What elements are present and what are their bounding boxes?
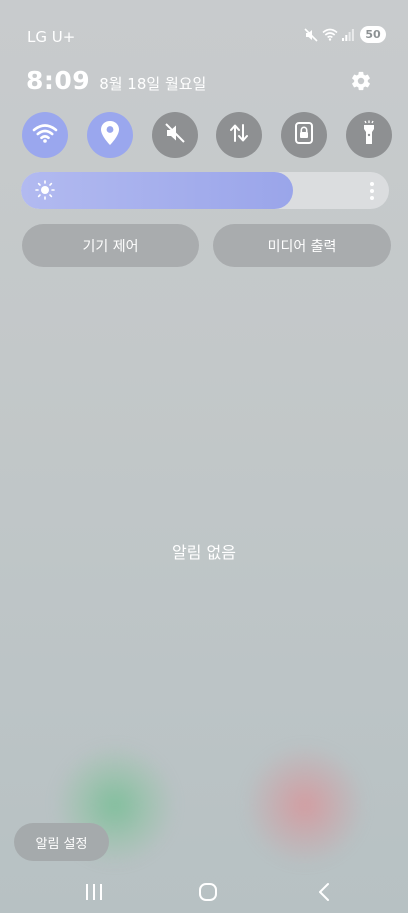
sound-toggle[interactable] [151,112,198,158]
recent-apps-icon[interactable] [79,880,109,904]
battery-icon: 50 [360,26,386,43]
status-bar: LG U+ 50 [0,0,408,72]
wifi-toggle[interactable] [22,112,68,158]
background-blur-red [245,745,365,865]
mobile-data-toggle[interactable] [216,112,263,158]
wifi-icon [32,123,58,147]
flashlight-icon [361,120,377,150]
brightness-fill [21,172,294,209]
location-pin-icon [100,120,120,150]
carrier-name: LG U+ [27,28,76,46]
media-output-button[interactable]: 미디어 출력 [213,224,391,267]
mute-icon [164,122,186,148]
lock-icon [294,122,314,148]
notification-settings-button[interactable]: 알림 설정 [14,823,109,861]
signal-icon [342,28,354,41]
clock: 8:09 [26,66,91,95]
screen-lock-toggle[interactable] [281,112,328,158]
brightness-slider[interactable] [21,172,389,209]
home-icon[interactable] [193,880,223,904]
device-control-button[interactable]: 기기 제어 [22,224,199,267]
navigation-bar [0,872,408,913]
mute-icon [304,27,318,42]
status-icons: 50 [304,26,386,43]
sun-icon [35,180,55,204]
quick-settings-row [22,112,392,158]
date: 8월 18일 월요일 [99,75,207,93]
location-toggle[interactable] [86,112,133,158]
settings-gear-icon[interactable] [350,70,372,92]
no-notifications-text: 알림 없음 [172,543,236,562]
flashlight-toggle[interactable] [345,112,392,158]
data-transfer-icon [228,122,250,148]
more-options-icon[interactable] [369,181,375,205]
back-icon[interactable] [309,880,339,904]
clock-date-row: 8:09 8월 18일 월요일 [26,66,206,95]
wifi-icon [322,28,338,41]
